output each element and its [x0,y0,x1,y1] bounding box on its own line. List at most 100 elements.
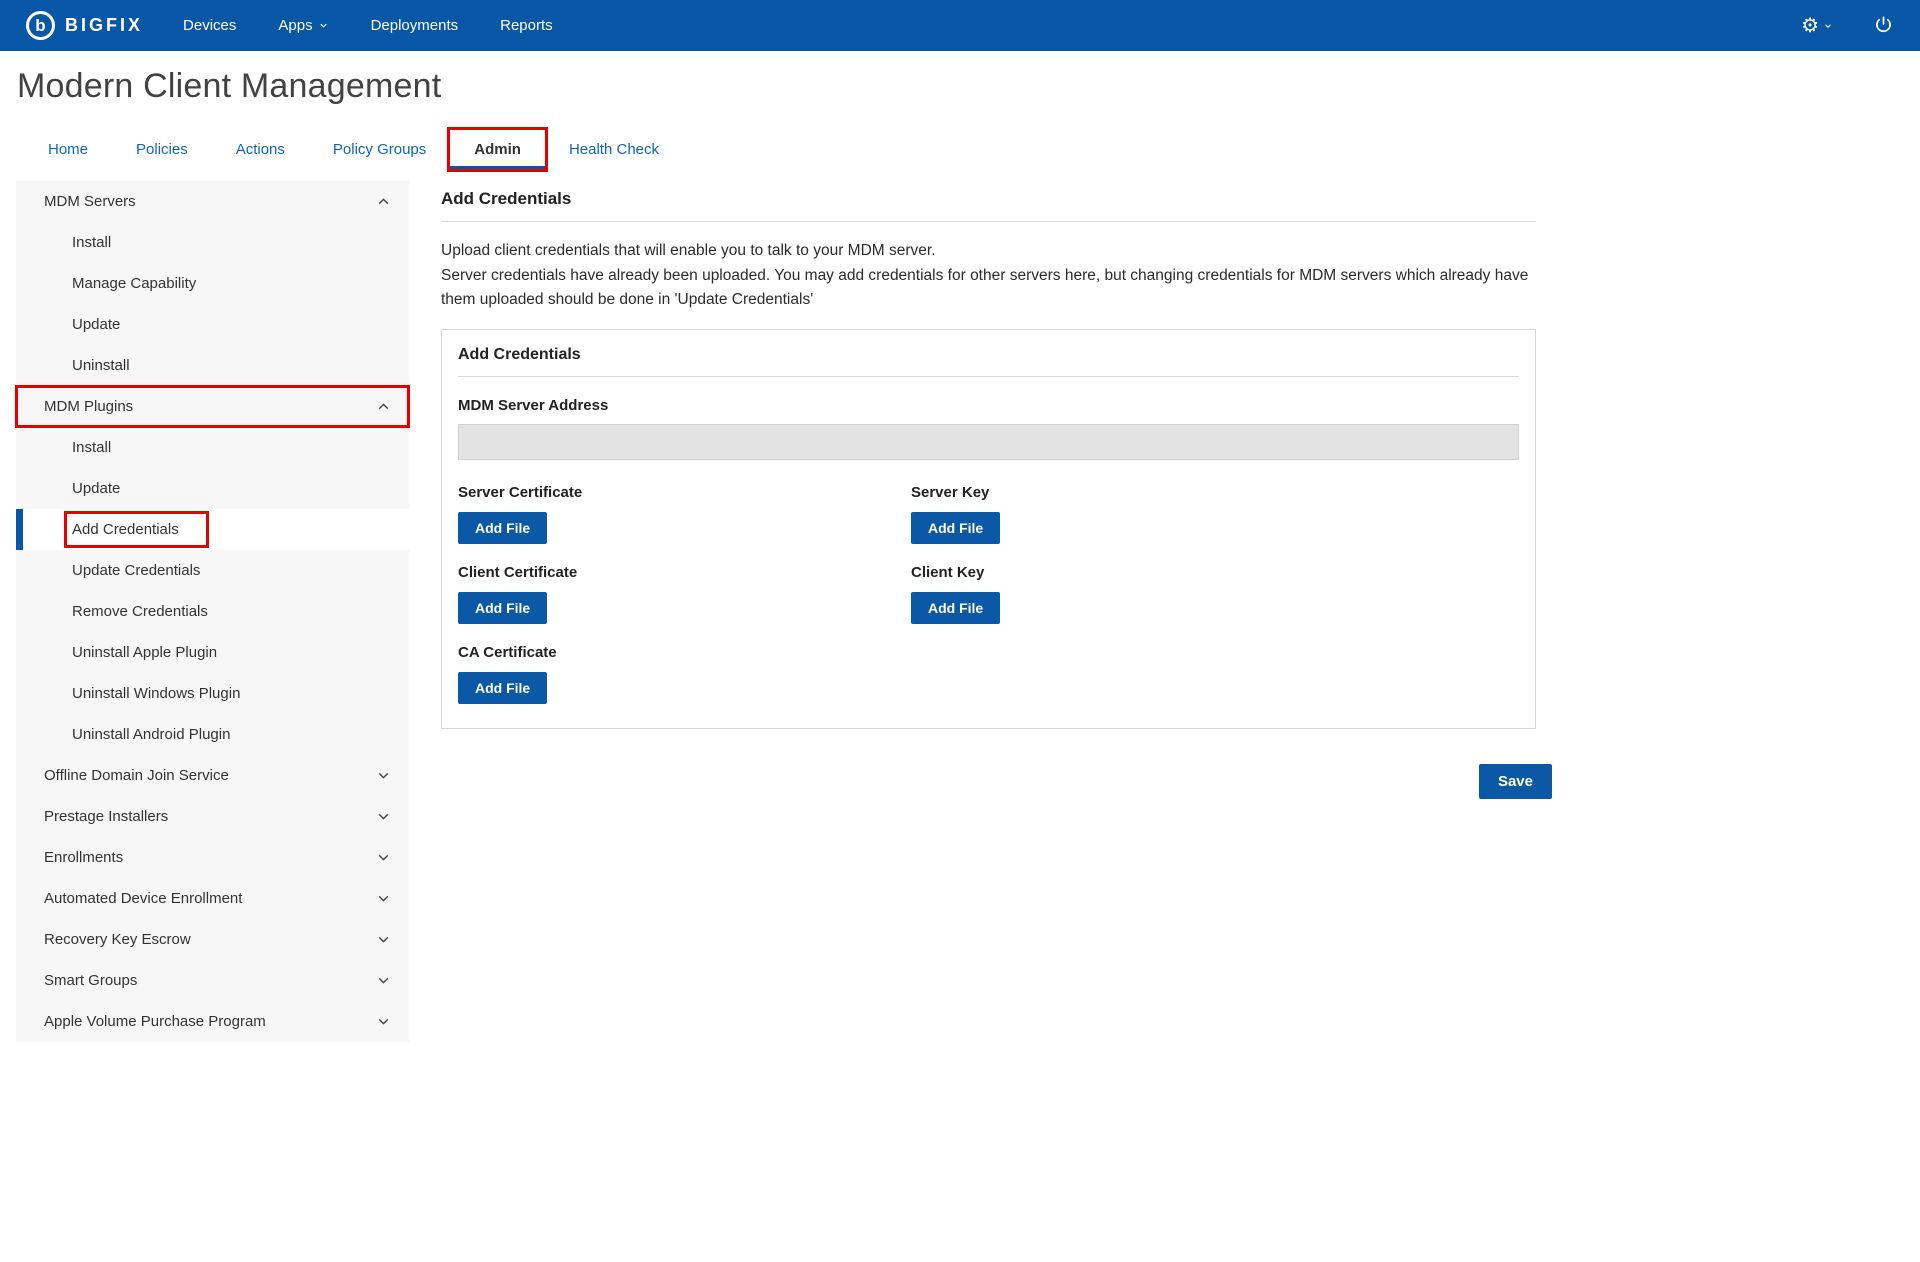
chevron-down-icon [1823,21,1833,31]
ca-certificate-add-file-button[interactable]: Add File [458,672,547,704]
save-row: Save [441,764,1552,799]
sidebar-section-apple-vpp[interactable]: Apple Volume Purchase Program [16,1001,409,1042]
power-icon [1873,15,1894,36]
sidebar-section-recovery-key-escrow[interactable]: Recovery Key Escrow [16,919,409,960]
sidebar-section-label: Apple Volume Purchase Program [44,1013,266,1030]
client-key-field: Client Key Add File [911,564,1519,624]
sidebar-item-label: Uninstall [72,357,130,374]
sidebar-item-label: Uninstall Android Plugin [72,726,230,743]
sidebar-item-mdm-plugins-update[interactable]: Update [16,468,409,509]
nav-devices-label: Devices [183,17,236,34]
main-heading: Add Credentials [441,189,1536,222]
sidebar-section-label: Automated Device Enrollment [44,890,242,907]
brand-text: BIGFIX [65,15,143,36]
top-navigation-bar: b BIGFIX Devices Apps Deployments Report… [0,0,1920,51]
sidebar-section-mdm-servers[interactable]: MDM Servers [16,181,409,222]
main-content: Add Credentials Upload client credential… [441,181,1536,799]
sidebar-item-uninstall-apple-plugin[interactable]: Uninstall Apple Plugin [16,632,409,673]
bigfix-brand[interactable]: b BIGFIX [26,11,143,40]
sidebar-item-label: Manage Capability [72,275,196,292]
ca-certificate-label: CA Certificate [458,644,911,661]
tab-home[interactable]: Home [24,130,112,169]
sidebar-item-mdm-servers-update[interactable]: Update [16,304,409,345]
description-line-1: Upload client credentials that will enab… [441,239,1536,264]
sidebar-section-automated-device-enrollment[interactable]: Automated Device Enrollment [16,878,409,919]
logout-button[interactable] [1873,15,1894,36]
mdm-server-address-label: MDM Server Address [458,397,1519,414]
sidebar-item-add-credentials[interactable]: Add Credentials [16,509,409,550]
page-title: Modern Client Management [17,67,1920,106]
save-button[interactable]: Save [1479,764,1552,799]
sidebar-item-label: Install [72,234,111,251]
sidebar-item-uninstall-android-plugin[interactable]: Uninstall Android Plugin [16,714,409,755]
sidebar-item-label: Update [72,316,120,333]
sidebar-item-uninstall-windows-plugin[interactable]: Uninstall Windows Plugin [16,673,409,714]
sidebar-item-mdm-plugins-install[interactable]: Install [16,427,409,468]
server-certificate-add-file-button[interactable]: Add File [458,512,547,544]
tab-bar: Home Policies Actions Policy Groups Admi… [0,130,1920,169]
tab-actions[interactable]: Actions [212,130,309,169]
chevron-down-icon [375,890,392,907]
sidebar-section-label: Smart Groups [44,972,137,989]
nav-deployments[interactable]: Deployments [371,17,459,34]
client-certificate-field: Client Certificate Add File [458,564,911,624]
gear-icon: ⚙ [1801,16,1819,36]
sidebar-item-label: Add Credentials [64,511,209,548]
nav-deployments-label: Deployments [371,17,459,34]
sidebar-section-label: Offline Domain Join Service [44,767,229,784]
sidebar-item-label: Uninstall Windows Plugin [72,685,240,702]
chevron-down-icon [375,972,392,989]
nav-apps-label: Apps [278,17,312,34]
sidebar-section-smart-groups[interactable]: Smart Groups [16,960,409,1001]
client-certificate-add-file-button[interactable]: Add File [458,592,547,624]
mdm-server-address-input[interactable] [458,424,1519,460]
sidebar-item-manage-capability[interactable]: Manage Capability [16,263,409,304]
client-key-label: Client Key [911,564,1519,581]
server-certificate-label: Server Certificate [458,484,911,501]
chevron-down-icon [375,849,392,866]
server-key-add-file-button[interactable]: Add File [911,512,1000,544]
tab-admin[interactable]: Admin [450,130,545,169]
tab-health-check[interactable]: Health Check [545,130,683,169]
tab-policy-groups[interactable]: Policy Groups [309,130,450,169]
sidebar-item-update-credentials[interactable]: Update Credentials [16,550,409,591]
sidebar-section-label: Recovery Key Escrow [44,931,191,948]
server-key-label: Server Key [911,484,1519,501]
settings-menu[interactable]: ⚙ [1801,16,1833,36]
sidebar-item-label: Update [72,480,120,497]
selected-indicator [16,509,23,550]
sidebar-section-mdm-plugins[interactable]: MDM Plugins [16,386,409,427]
sidebar-section-label: MDM Plugins [44,398,133,415]
sidebar-section-enrollments[interactable]: Enrollments [16,837,409,878]
card-heading: Add Credentials [458,346,1519,377]
credential-fields: Server Certificate Add File Server Key A… [458,484,1519,724]
client-certificate-label: Client Certificate [458,564,911,581]
content-layout: MDM Servers Install Manage Capability Up… [0,181,1920,1042]
client-key-add-file-button[interactable]: Add File [911,592,1000,624]
sidebar-item-remove-credentials[interactable]: Remove Credentials [16,591,409,632]
sidebar-section-label: Prestage Installers [44,808,168,825]
sidebar-item-label: Remove Credentials [72,603,208,620]
nav-devices[interactable]: Devices [183,17,236,34]
bigfix-logo-icon: b [26,11,55,40]
nav-reports[interactable]: Reports [500,17,553,34]
nav-reports-label: Reports [500,17,553,34]
sidebar-section-offline-domain-join[interactable]: Offline Domain Join Service [16,755,409,796]
sidebar-item-label: Update Credentials [72,562,200,579]
chevron-down-icon [375,1013,392,1030]
chevron-down-icon [375,808,392,825]
server-key-field: Server Key Add File [911,484,1519,544]
ca-certificate-field: CA Certificate Add File [458,644,911,704]
topbar-right: ⚙ [1801,15,1894,36]
description-line-2: Server credentials have already been upl… [441,264,1536,313]
sidebar-section-label: Enrollments [44,849,123,866]
nav-apps[interactable]: Apps [278,17,328,34]
sidebar-item-mdm-servers-install[interactable]: Install [16,222,409,263]
chevron-up-icon [375,193,392,210]
sidebar-section-prestage-installers[interactable]: Prestage Installers [16,796,409,837]
sidebar-item-mdm-servers-uninstall[interactable]: Uninstall [16,345,409,386]
admin-sidebar: MDM Servers Install Manage Capability Up… [16,181,409,1042]
chevron-down-icon [375,931,392,948]
tab-policies[interactable]: Policies [112,130,212,169]
chevron-down-icon [375,767,392,784]
